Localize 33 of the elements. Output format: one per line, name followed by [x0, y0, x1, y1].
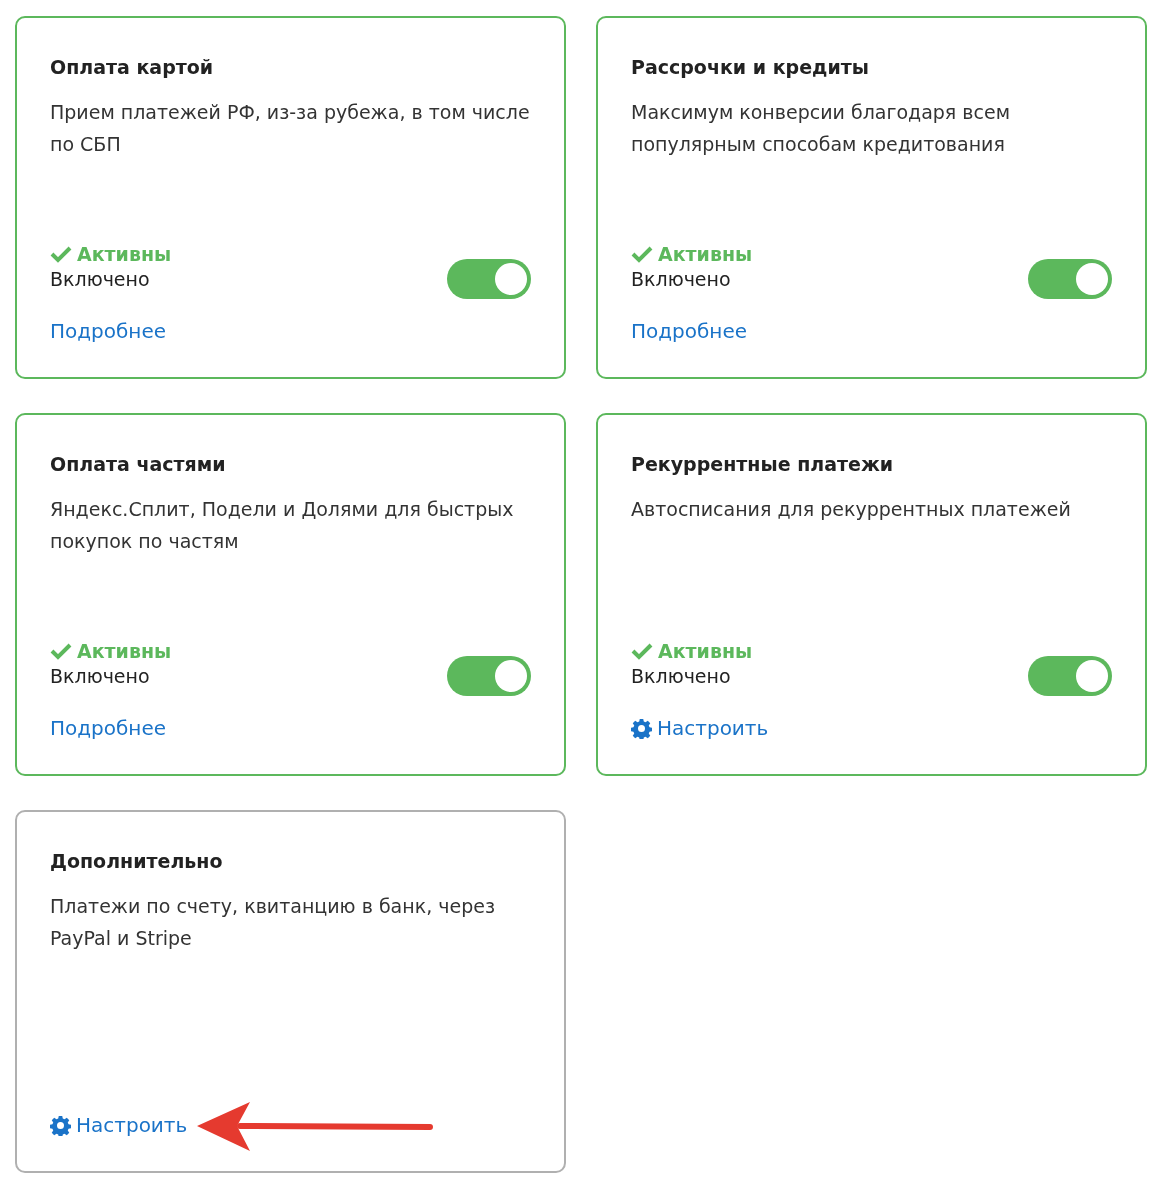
status-label: Активны	[658, 243, 753, 265]
card-link[interactable]: Подробнее	[631, 319, 748, 343]
card-link[interactable]: Настроить	[76, 1113, 188, 1137]
status-label: Активны	[77, 640, 172, 662]
check-icon	[631, 642, 653, 660]
toggle-label: Включено	[631, 665, 731, 687]
card-description: Автосписания для рекуррентных платежей	[631, 497, 1072, 522]
toggle-switch[interactable]	[447, 259, 531, 299]
toggle-switch[interactable]	[1028, 259, 1112, 299]
card-title: Оплата картой	[50, 56, 215, 78]
card-description: Прием платежей РФ, из-за рубежа, в том числе по СБП	[50, 100, 531, 157]
toggle-label: Включено	[631, 268, 731, 290]
toggle-label: Включено	[50, 665, 150, 687]
toggle-label: Включено	[50, 268, 150, 290]
card-title: Дополнительно	[50, 850, 224, 872]
toggle-switch[interactable]	[447, 656, 531, 696]
card-title: Рассрочки и кредиты	[631, 56, 870, 78]
settings-icon	[631, 717, 652, 739]
check-icon	[50, 642, 72, 660]
check-icon	[50, 245, 72, 263]
check-icon	[631, 245, 653, 263]
status-label: Активны	[77, 243, 172, 265]
card-description: Платежи по счету, квитанцию в банк, через PayPal и Stripe	[50, 894, 496, 951]
card-link[interactable]: Подробнее	[50, 716, 167, 740]
toggle-switch[interactable]	[1028, 656, 1112, 696]
card-link[interactable]: Настроить	[657, 716, 769, 740]
card-link[interactable]: Подробнее	[50, 319, 167, 343]
card-description: Максимум конверсии благодаря всем популярным способам кредитования	[631, 100, 1011, 157]
card-description: Яндекс.Сплит, Подели и Долями для быстрых покупок по частям	[50, 497, 515, 554]
card-title: Оплата частями	[50, 453, 227, 475]
card-title: Рекуррентные платежи	[631, 453, 895, 475]
status-label: Активны	[658, 640, 753, 662]
settings-icon	[50, 1114, 71, 1136]
